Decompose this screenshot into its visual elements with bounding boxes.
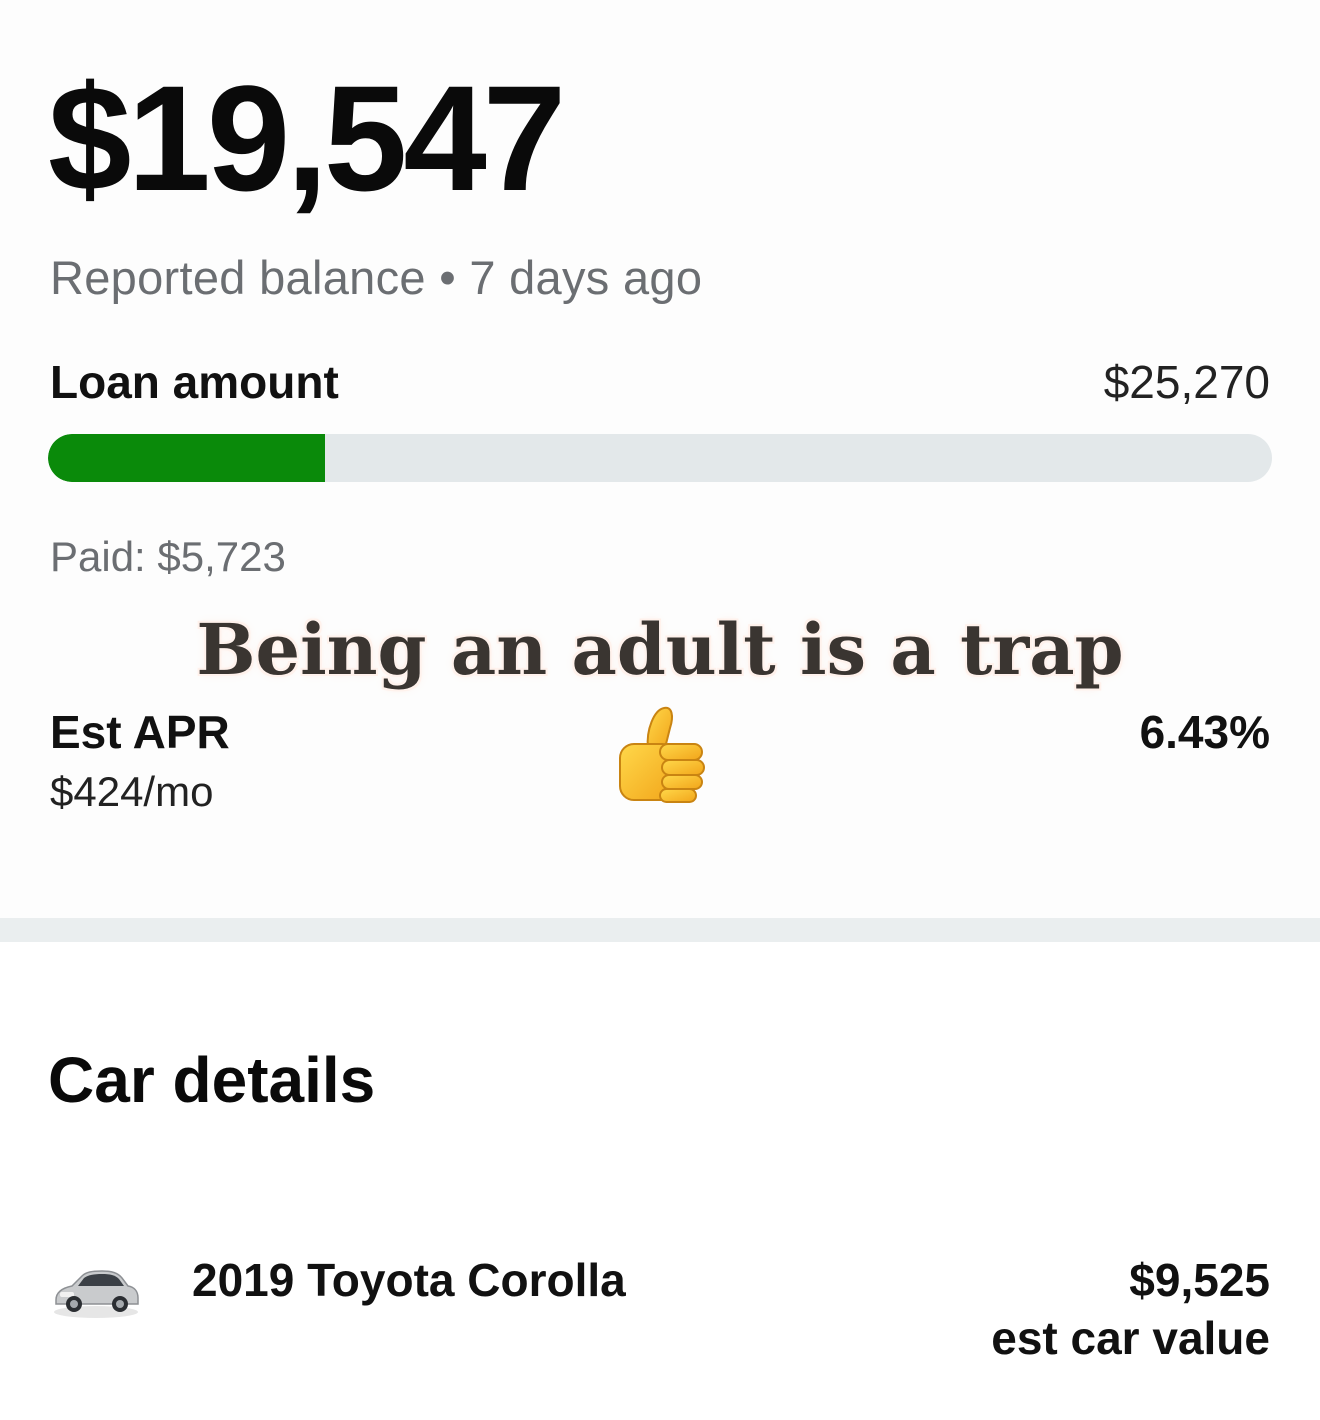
section-divider xyxy=(0,918,1320,942)
thumbs-up-icon xyxy=(610,700,710,808)
paid-amount: Paid: $5,723 xyxy=(50,533,286,580)
loan-balance: $19,547 xyxy=(48,54,566,222)
car-name[interactable]: 2019 Toyota Corolla xyxy=(192,1252,626,1308)
car-value: $9,525 xyxy=(1129,1254,1270,1306)
car-details-title: Car details xyxy=(48,1044,376,1116)
overlay-caption: Being an adult is a trap xyxy=(196,608,1124,691)
loan-progress-bar xyxy=(48,434,1272,482)
car-value-label: est car value xyxy=(991,1312,1270,1364)
loan-amount-label: Loan amount xyxy=(50,356,339,408)
car-thumbnail xyxy=(50,1256,142,1324)
est-apr-label: Est APR xyxy=(50,706,230,758)
loan-progress-fill xyxy=(48,434,326,482)
est-apr-value: 6.43% xyxy=(1139,706,1270,758)
loan-amount-value: $25,270 xyxy=(1103,356,1270,408)
balance-subtitle: Reported balance • 7 days ago xyxy=(50,251,703,304)
monthly-payment: $424/mo xyxy=(50,768,214,815)
loan-summary-section: $19,547 Reported balance • 7 days ago Lo… xyxy=(0,0,1320,918)
